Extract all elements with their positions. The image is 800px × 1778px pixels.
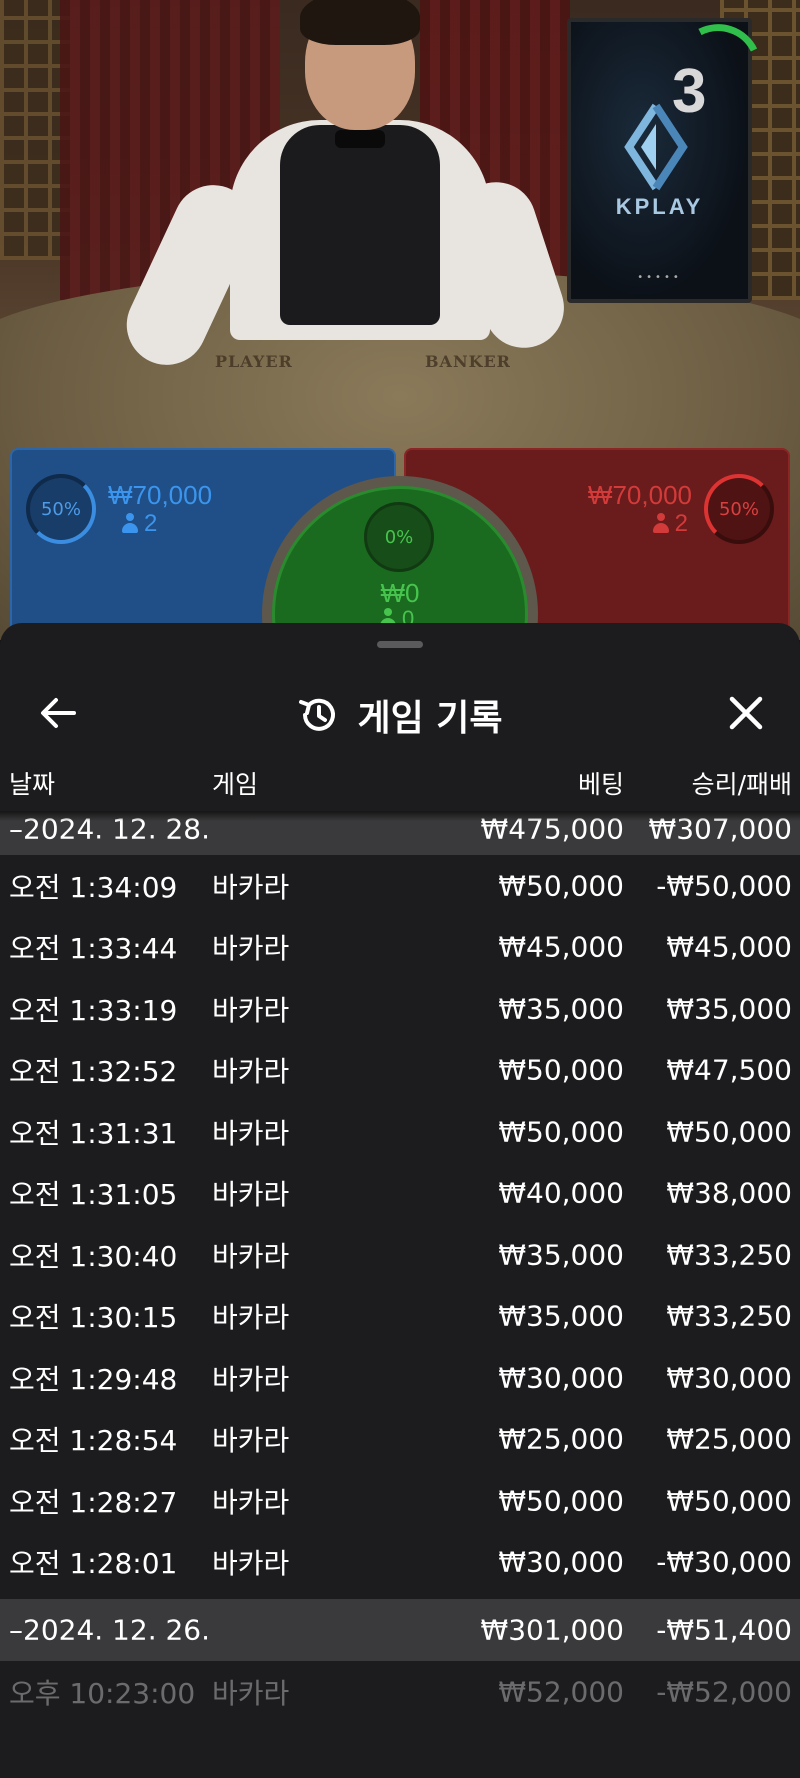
countdown-timer: 3 bbox=[672, 57, 707, 126]
column-date: 날짜 bbox=[9, 770, 56, 799]
cell-date: 오전 1:33:19 bbox=[9, 993, 178, 1027]
cell-game: 바카라 bbox=[212, 993, 290, 1027]
cell-result: ₩50,000 bbox=[666, 1115, 792, 1149]
cell-game: 바카라 bbox=[212, 1116, 290, 1150]
cell-game: 바카라 bbox=[212, 932, 290, 966]
history-row: 오전 1:31:05 바카라 ₩40,000 ₩38,000 bbox=[0, 1163, 800, 1225]
history-clock-icon bbox=[299, 698, 336, 731]
cell-game: 바카라 bbox=[212, 1547, 290, 1581]
player-bet-amount: ₩70,000 bbox=[108, 480, 213, 510]
history-row: 오전 1:34:09 바카라 ₩50,000 -₩50,000 bbox=[0, 855, 800, 917]
sheet-header: 게임 기록 bbox=[0, 663, 800, 763]
cell-bet: ₩25,000 bbox=[498, 1422, 624, 1456]
cell-bet: ₩35,000 bbox=[498, 1238, 624, 1272]
history-row: 오전 1:28:27 바카라 ₩50,000 ₩50,000 bbox=[0, 1470, 800, 1532]
history-row: 오전 1:33:19 바카라 ₩35,000 ₩35,000 bbox=[0, 978, 800, 1040]
history-row: 오전 1:31:31 바카라 ₩50,000 ₩50,000 bbox=[0, 1101, 800, 1163]
header-shadow bbox=[0, 811, 800, 821]
cell-date: 오전 1:29:48 bbox=[9, 1362, 178, 1396]
cell-game: 바카라 bbox=[212, 1424, 290, 1458]
cell-game: 바카라 bbox=[212, 1239, 290, 1273]
history-row: 오전 1:29:48 바카라 ₩30,000 ₩30,000 bbox=[0, 1347, 800, 1409]
cell-bet: ₩50,000 bbox=[498, 1484, 624, 1518]
history-row: 오후 10:23:00 바카라 ₩52,000 -₩52,000 bbox=[0, 1661, 800, 1723]
cell-game: 바카라 bbox=[212, 1301, 290, 1335]
cell-date: 오전 1:28:01 bbox=[9, 1547, 178, 1581]
cell-game: 바카라 bbox=[212, 1676, 290, 1710]
cell-result: ₩38,000 bbox=[666, 1176, 792, 1210]
cell-result: ₩33,250 bbox=[666, 1238, 792, 1272]
cell-date: 오후 10:23:00 bbox=[9, 1676, 196, 1710]
cell-result: -₩30,000 bbox=[656, 1545, 792, 1579]
history-row: 오전 1:32:52 바카라 ₩50,000 ₩47,500 bbox=[0, 1040, 800, 1102]
cell-date: 오전 1:31:31 bbox=[9, 1116, 178, 1150]
cell-date: 오전 1:34:09 bbox=[9, 870, 178, 904]
banker-user-count: 2 bbox=[652, 510, 688, 538]
cell-bet: ₩50,000 bbox=[498, 869, 624, 903]
cell-result: ₩45,000 bbox=[666, 930, 792, 964]
cell-game: 바카라 bbox=[212, 1178, 290, 1212]
cell-bet: ₩30,000 bbox=[498, 1545, 624, 1579]
game-history-sheet: 게임 기록 날짜 게임 베팅 승리/패배 –2024. 12. 28. ₩475… bbox=[0, 623, 800, 1778]
cell-game: 바카라 bbox=[212, 1485, 290, 1519]
history-row: 오전 1:30:15 바카라 ₩35,000 ₩33,250 bbox=[0, 1286, 800, 1348]
date-group-row[interactable]: –2024. 12. 26. ₩301,000 -₩51,400 bbox=[0, 1599, 800, 1661]
cell-date: 오전 1:28:54 bbox=[9, 1424, 178, 1458]
monitor-dots: ••••• bbox=[637, 272, 682, 283]
cell-bet: ₩40,000 bbox=[498, 1176, 624, 1210]
close-button[interactable] bbox=[716, 685, 776, 741]
person-icon bbox=[122, 513, 138, 533]
cell-date: 오전 1:31:05 bbox=[9, 1178, 178, 1212]
cell-result: ₩33,250 bbox=[666, 1299, 792, 1333]
cell-result: ₩35,000 bbox=[666, 992, 792, 1026]
monitor-brand-text: KPLAY bbox=[615, 194, 704, 219]
cell-bet: ₩35,000 bbox=[498, 1299, 624, 1333]
banker-percent: 50% bbox=[704, 474, 774, 544]
tie-bet-amount: ₩0 bbox=[380, 578, 420, 608]
cell-result: ₩25,000 bbox=[666, 1422, 792, 1456]
banker-bet-amount: ₩70,000 bbox=[587, 480, 692, 510]
cell-date: 오전 1:32:52 bbox=[9, 1055, 178, 1089]
cell-game: 바카라 bbox=[212, 1055, 290, 1089]
cell-bet: ₩301,000 bbox=[480, 1613, 624, 1647]
cell-date: 오전 1:30:15 bbox=[9, 1301, 178, 1335]
cell-date: 오전 1:28:27 bbox=[9, 1485, 178, 1519]
player-percent: 50% bbox=[26, 474, 96, 544]
sheet-title: 게임 기록 bbox=[0, 689, 800, 741]
history-row: 오전 1:28:54 바카라 ₩25,000 ₩25,000 bbox=[0, 1409, 800, 1471]
cell-result: -₩51,400 bbox=[656, 1613, 792, 1647]
column-game: 게임 bbox=[212, 770, 259, 799]
history-row: 오전 1:30:40 바카라 ₩35,000 ₩33,250 bbox=[0, 1224, 800, 1286]
history-row: 오전 1:28:01 바카라 ₩30,000 -₩30,000 bbox=[0, 1532, 800, 1594]
close-x-icon bbox=[729, 696, 763, 730]
sheet-title-text: 게임 기록 bbox=[357, 698, 503, 739]
cell-result: -₩52,000 bbox=[656, 1675, 792, 1709]
cell-date: –2024. 12. 26. bbox=[9, 1613, 211, 1647]
cell-result: -₩50,000 bbox=[656, 869, 792, 903]
cell-bet: ₩50,000 bbox=[498, 1115, 624, 1149]
cell-date: 오전 1:33:44 bbox=[9, 932, 178, 966]
history-table-header: 날짜 게임 베팅 승리/패배 bbox=[0, 753, 800, 809]
cell-bet: ₩30,000 bbox=[498, 1361, 624, 1395]
tie-percent: 0% bbox=[364, 502, 434, 572]
history-row: 오전 1:33:44 바카라 ₩45,000 ₩45,000 bbox=[0, 917, 800, 979]
cell-result: ₩47,500 bbox=[666, 1053, 792, 1087]
column-bet: 베팅 bbox=[577, 770, 624, 799]
cell-result: ₩50,000 bbox=[666, 1484, 792, 1518]
cell-bet: ₩35,000 bbox=[498, 992, 624, 1026]
cell-game: 바카라 bbox=[212, 870, 290, 904]
cell-result: ₩30,000 bbox=[666, 1361, 792, 1395]
player-user-count: 2 bbox=[122, 510, 157, 538]
cell-date: 오전 1:30:40 bbox=[9, 1239, 178, 1273]
person-icon bbox=[652, 513, 669, 533]
dealer bbox=[113, 0, 575, 379]
cell-bet: ₩50,000 bbox=[498, 1053, 624, 1087]
cell-bet: ₩52,000 bbox=[498, 1675, 624, 1709]
column-result: 승리/패배 bbox=[691, 770, 792, 799]
sheet-drag-handle[interactable] bbox=[377, 641, 423, 648]
cell-bet: ₩45,000 bbox=[498, 930, 624, 964]
history-list[interactable]: –2024. 12. 28. ₩475,000 ₩307,000 오전 1:34… bbox=[0, 811, 800, 1723]
cell-game: 바카라 bbox=[212, 1362, 290, 1396]
